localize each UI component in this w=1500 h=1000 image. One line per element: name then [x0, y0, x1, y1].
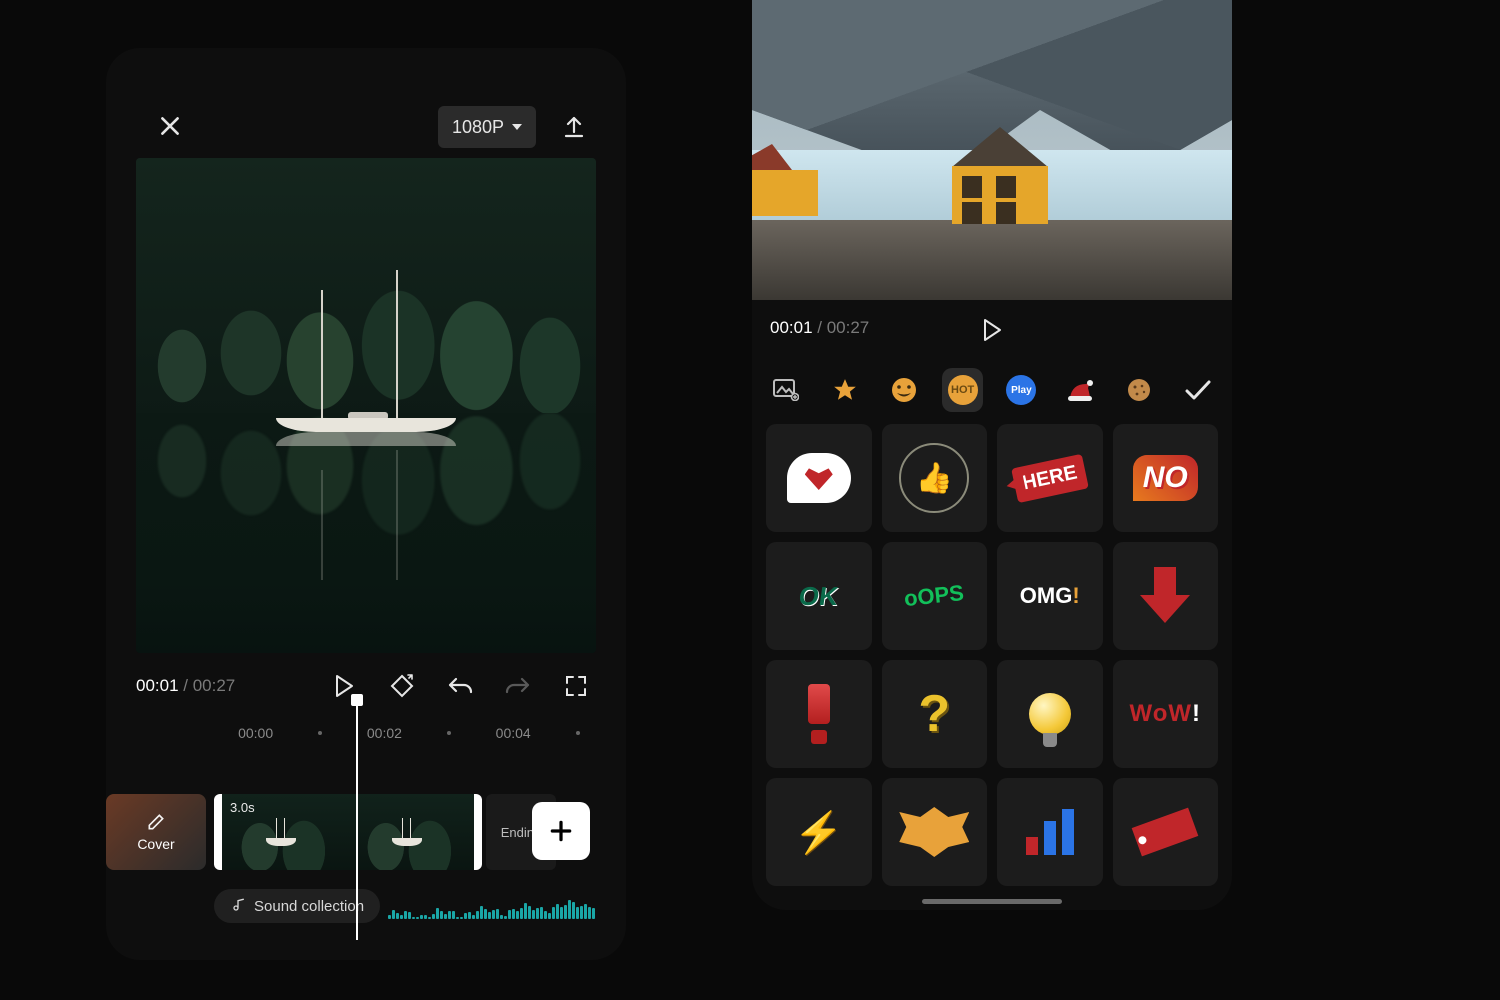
fullscreen-icon: [564, 674, 588, 698]
ruler-tick-0: 00:00: [238, 725, 273, 741]
star-icon: [832, 377, 858, 403]
sticker-light-bulb[interactable]: [997, 660, 1103, 768]
sticker-bar-chart-blue[interactable]: [997, 778, 1103, 886]
sticker-lightning-bolt[interactable]: ⚡: [766, 778, 872, 886]
export-button[interactable]: [556, 106, 592, 148]
close-icon: [157, 113, 183, 139]
category-emoji[interactable]: [884, 368, 925, 412]
check-icon: [1183, 378, 1213, 402]
sticker-screen: 00:01 / 00:27 HOT Play: [752, 0, 1232, 910]
timecode-right: 00:01 / 00:27: [770, 318, 869, 338]
resolution-value: 1080P: [452, 117, 504, 138]
add-clip-button[interactable]: [532, 802, 590, 860]
sticker-price-tag[interactable]: [1113, 778, 1219, 886]
redo-icon: [504, 675, 532, 697]
timecode: 00:01 / 00:27: [136, 676, 235, 696]
santa-hat-icon: [1066, 378, 1094, 402]
timeline-ruler[interactable]: 00:00 00:02 00:04: [136, 720, 596, 746]
pencil-icon: [146, 812, 166, 832]
sticker-exclamation-red[interactable]: [766, 660, 872, 768]
cookie-icon: [1126, 377, 1152, 403]
export-icon: [562, 114, 586, 140]
image-plus-icon: [773, 379, 799, 401]
sound-collection-label: Sound collection: [254, 898, 364, 915]
plus-icon: [548, 818, 574, 844]
category-favorites[interactable]: [825, 368, 866, 412]
preview-sailboat: [276, 406, 456, 432]
home-indicator: [922, 899, 1062, 904]
category-santa-hat[interactable]: [1060, 368, 1101, 412]
undo-icon: [446, 675, 474, 697]
play-badge-icon: Play: [1006, 375, 1036, 405]
keyframe-button[interactable]: [382, 666, 422, 706]
timeline[interactable]: lip Cover 3.0s Ending Sound collection: [106, 758, 626, 960]
sticker-wow[interactable]: WoW!: [1113, 660, 1219, 768]
sticker-oops[interactable]: oOPS: [882, 542, 988, 650]
editor-screen: 1080P: [106, 48, 626, 960]
music-note-icon: [230, 898, 246, 914]
ruler-tick-2: 00:04: [496, 725, 531, 741]
ruler-tick-1: 00:02: [367, 725, 402, 741]
sticker-category-tabs: HOT Play: [752, 362, 1232, 418]
category-add-image[interactable]: [766, 368, 807, 412]
timecode-current: 00:01: [136, 676, 179, 695]
sticker-no[interactable]: NO: [1113, 424, 1219, 532]
confirm-button[interactable]: [1177, 368, 1218, 412]
category-hot[interactable]: HOT: [942, 368, 983, 412]
playhead[interactable]: [356, 700, 358, 940]
close-button[interactable]: [150, 106, 190, 146]
sticker-heart-speech[interactable]: [766, 424, 872, 532]
audio-track: Sound collection: [214, 886, 596, 926]
category-cookie[interactable]: [1119, 368, 1160, 412]
cover-label: Cover: [137, 836, 174, 852]
fullscreen-button[interactable]: [556, 666, 596, 706]
sticker-omg[interactable]: OMG!: [997, 542, 1103, 650]
hot-badge-icon: HOT: [948, 375, 978, 405]
grin-emoji-icon: [890, 376, 918, 404]
preview-controls: 00:01 / 00:27: [136, 662, 596, 710]
sticker-grid: 👍 HERE NO OK oOPS OMG! ? WoW! ⚡: [766, 424, 1218, 896]
preview-viewport[interactable]: [136, 158, 596, 653]
redo-button[interactable]: [498, 666, 538, 706]
keyframe-icon: [389, 673, 415, 699]
sticker-ok[interactable]: OK: [766, 542, 872, 650]
preview-viewport-right[interactable]: [752, 0, 1232, 300]
undo-button[interactable]: [440, 666, 480, 706]
video-clip[interactable]: 3.0s: [214, 794, 482, 870]
category-play[interactable]: Play: [1001, 368, 1042, 412]
clip-duration: 3.0s: [230, 800, 255, 815]
sticker-nice-thumbs-up[interactable]: 👍: [882, 424, 988, 532]
play-icon: [981, 318, 1003, 342]
sticker-bam-burst[interactable]: [882, 778, 988, 886]
timecode-total: 00:27: [193, 676, 236, 695]
sticker-question-yellow[interactable]: ?: [882, 660, 988, 768]
editor-topbar: 1080P: [106, 48, 626, 158]
play-button-right[interactable]: [972, 310, 1012, 350]
waveform[interactable]: [388, 889, 596, 923]
chevron-down-icon: [512, 124, 522, 130]
resolution-dropdown[interactable]: 1080P: [438, 106, 536, 148]
sticker-here-arrow[interactable]: HERE: [997, 424, 1103, 532]
sticker-red-down-arrow[interactable]: [1113, 542, 1219, 650]
cover-clip[interactable]: Cover: [106, 794, 206, 870]
